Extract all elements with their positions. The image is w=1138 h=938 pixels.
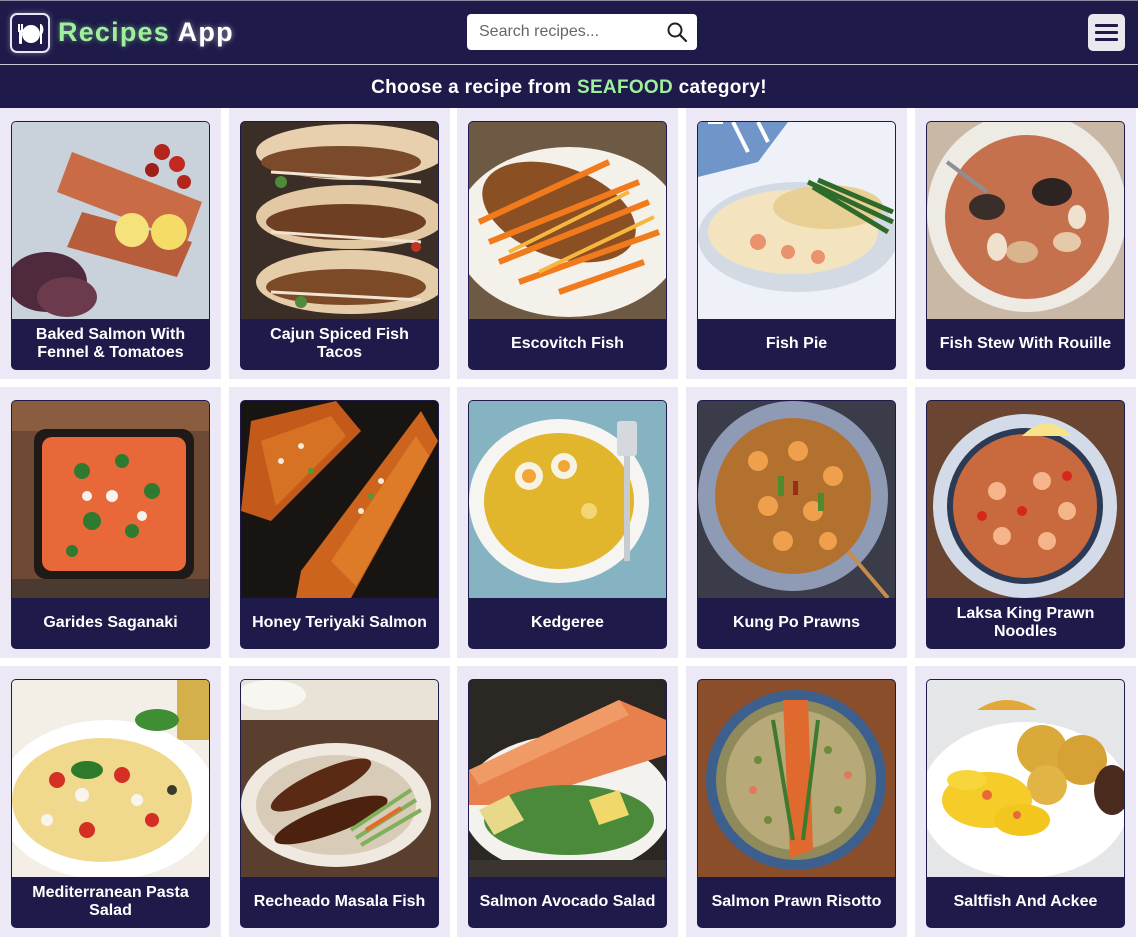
category-banner: Choose a recipe from SEAFOOD category! <box>0 68 1138 108</box>
app-title-part2: App <box>177 17 234 47</box>
app-header: Recipes App <box>0 0 1138 64</box>
recipe-card[interactable]: Mediterranean Pasta Salad <box>11 679 210 928</box>
recipe-card[interactable]: Salmon Prawn Risotto <box>697 679 896 928</box>
search-box <box>467 14 697 50</box>
recipe-card[interactable]: Fish Pie <box>697 121 896 370</box>
recipe-grid: Baked Salmon With Fennel & Tomatoes Caju… <box>0 108 1138 938</box>
recipe-title: Laksa King Prawn Noodles <box>956 605 1095 640</box>
recipe-title: Saltfish And Ackee <box>953 893 1098 910</box>
recipe-tile: Recheado Masala Fish <box>229 666 450 937</box>
recipe-title: Cajun Spiced Fish Tacos <box>270 326 409 361</box>
recipe-card[interactable]: Kedgeree <box>468 400 667 649</box>
recipe-title: Fish Stew With Rouille <box>939 335 1112 352</box>
app-title-part1: Recipes <box>58 17 170 47</box>
recipe-card[interactable]: Cajun Spiced Fish Tacos <box>240 121 439 370</box>
recipe-image <box>12 401 209 598</box>
recipe-title: Salmon Avocado Salad <box>479 893 656 910</box>
recipe-image <box>241 401 438 598</box>
menu-bar-icon <box>1095 31 1118 34</box>
recipe-image <box>698 122 895 319</box>
logo-icon[interactable] <box>10 13 50 53</box>
recipe-tile: Salmon Avocado Salad <box>457 666 678 937</box>
search-input[interactable] <box>467 14 657 50</box>
recipe-image <box>12 680 209 877</box>
recipe-card[interactable]: Saltfish And Ackee <box>926 679 1125 928</box>
recipe-image <box>469 122 666 319</box>
hamburger-menu-button[interactable] <box>1088 14 1125 51</box>
recipe-card[interactable]: Escovitch Fish <box>468 121 667 370</box>
recipe-card[interactable]: Salmon Avocado Salad <box>468 679 667 928</box>
recipe-title: Salmon Prawn Risotto <box>711 893 882 910</box>
recipe-tile: Kedgeree <box>457 387 678 658</box>
banner-category: SEAFOOD <box>576 77 674 98</box>
recipe-card[interactable]: Recheado Masala Fish <box>240 679 439 928</box>
recipe-card[interactable]: Kung Po Prawns <box>697 400 896 649</box>
recipe-card[interactable]: Fish Stew With Rouille <box>926 121 1125 370</box>
banner-suffix: category! <box>673 77 767 98</box>
recipe-tile: Laksa King Prawn Noodles <box>915 387 1136 658</box>
recipe-image <box>241 122 438 319</box>
recipe-card[interactable]: Honey Teriyaki Salmon <box>240 400 439 649</box>
recipe-title: Kung Po Prawns <box>732 614 861 631</box>
recipe-title: Honey Teriyaki Salmon <box>252 614 427 631</box>
recipe-tile: Salmon Prawn Risotto <box>686 666 907 937</box>
recipe-image <box>469 680 666 877</box>
recipe-card[interactable]: Baked Salmon With Fennel & Tomatoes <box>11 121 210 370</box>
recipe-title: Mediterranean Pasta Salad <box>32 884 189 919</box>
recipe-image <box>698 680 895 877</box>
recipe-tile: Fish Stew With Rouille <box>915 108 1136 379</box>
recipe-title: Baked Salmon With Fennel & Tomatoes <box>35 326 186 361</box>
menu-bar-icon <box>1095 38 1118 41</box>
menu-bar-icon <box>1095 24 1118 27</box>
recipe-tile: Garides Saganaki <box>0 387 221 658</box>
recipe-tile: Fish Pie <box>686 108 907 379</box>
recipe-tile: Honey Teriyaki Salmon <box>229 387 450 658</box>
recipe-card[interactable]: Laksa King Prawn Noodles <box>926 400 1125 649</box>
app-title[interactable]: Recipes App <box>58 15 234 49</box>
recipe-title: Kedgeree <box>531 614 604 631</box>
recipe-tile: Kung Po Prawns <box>686 387 907 658</box>
recipe-tile: Mediterranean Pasta Salad <box>0 666 221 937</box>
recipe-tile: Escovitch Fish <box>457 108 678 379</box>
recipe-image <box>469 401 666 598</box>
recipe-image <box>927 680 1124 877</box>
search-icon[interactable] <box>665 20 689 44</box>
recipe-image <box>12 122 209 319</box>
recipe-tile: Saltfish And Ackee <box>915 666 1136 937</box>
recipe-image <box>927 122 1124 319</box>
recipe-image <box>241 680 438 877</box>
recipe-card[interactable]: Garides Saganaki <box>11 400 210 649</box>
recipe-title: Escovitch Fish <box>511 335 624 352</box>
banner-prefix: Choose a recipe from <box>371 77 577 98</box>
recipe-image <box>698 401 895 598</box>
recipe-tile: Cajun Spiced Fish Tacos <box>229 108 450 379</box>
recipe-title: Garides Saganaki <box>43 614 178 631</box>
recipe-image <box>927 401 1124 598</box>
recipe-title: Recheado Masala Fish <box>253 893 426 910</box>
recipe-tile: Baked Salmon With Fennel & Tomatoes <box>0 108 221 379</box>
recipe-title: Fish Pie <box>765 335 828 352</box>
